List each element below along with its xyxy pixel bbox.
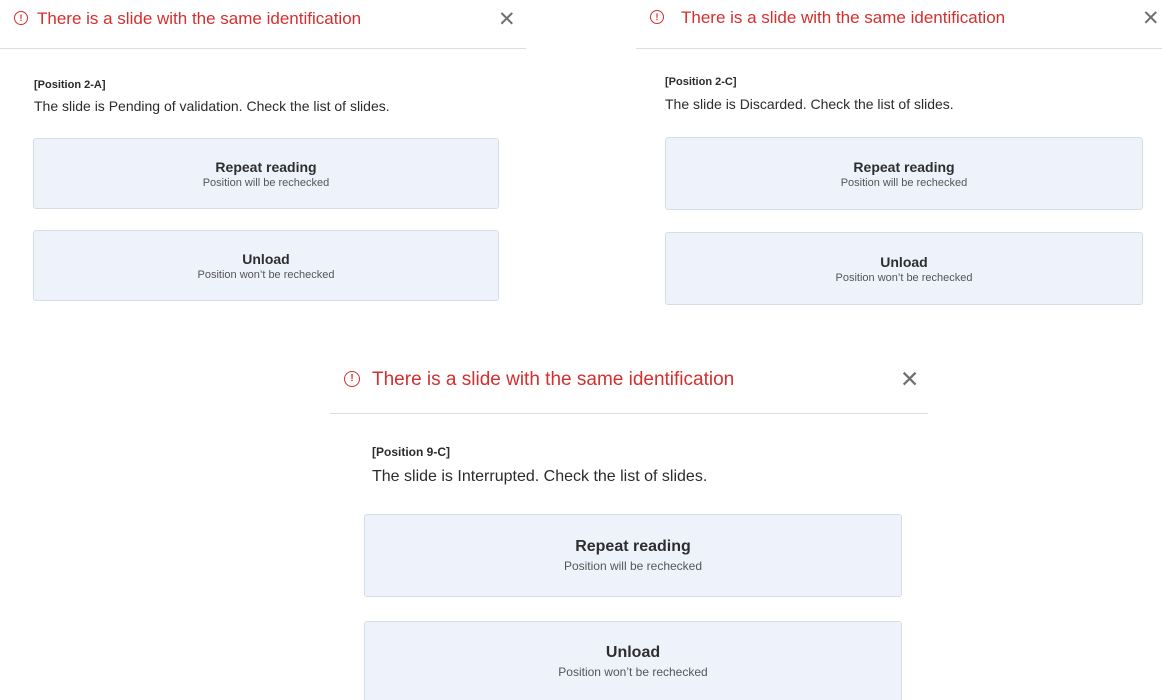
repeat-reading-button[interactable]: Repeat reading Position will be rechecke… — [665, 137, 1143, 210]
unload-sublabel: Position won’t be rechecked — [197, 268, 335, 281]
unload-label: Unload — [605, 643, 661, 661]
unload-sublabel: Position won’t be rechecked — [835, 271, 973, 284]
duplicate-slide-dialog-a: ! There is a slide with the same identif… — [0, 0, 526, 310]
unload-label: Unload — [880, 253, 928, 270]
dialog-title: There is a slide with the same identific… — [372, 369, 735, 390]
dialog-header: ! There is a slide with the same identif… — [330, 360, 928, 414]
repeat-reading-button[interactable]: Repeat reading Position will be rechecke… — [364, 514, 902, 597]
repeat-reading-sublabel: Position will be rechecked — [840, 176, 968, 189]
close-icon[interactable]: ✕ — [900, 368, 919, 391]
warning-circle-icon: ! — [650, 10, 664, 24]
position-label: [Position 2-C] — [665, 76, 737, 88]
position-label: [Position 9-C] — [372, 445, 450, 459]
repeat-reading-sublabel: Position will be rechecked — [563, 559, 703, 573]
close-icon[interactable]: ✕ — [498, 9, 516, 30]
dialog-title: There is a slide with the same identific… — [37, 9, 362, 28]
status-message: The slide is Pending of validation. Chec… — [34, 98, 390, 114]
close-icon[interactable]: ✕ — [1142, 8, 1160, 29]
unload-button[interactable]: Unload Position won’t be rechecked — [364, 621, 902, 700]
dialog-header: ! There is a slide with the same identif… — [636, 0, 1162, 49]
repeat-reading-sublabel: Position will be rechecked — [202, 176, 330, 189]
repeat-reading-label: Repeat reading — [575, 538, 691, 555]
repeat-reading-label: Repeat reading — [215, 158, 317, 175]
warning-circle-icon: ! — [14, 11, 28, 25]
duplicate-slide-dialog-c: ! There is a slide with the same identif… — [330, 360, 928, 700]
duplicate-slide-dialog-b: ! There is a slide with the same identif… — [636, 0, 1162, 310]
dialog-header: ! There is a slide with the same identif… — [0, 0, 526, 49]
repeat-reading-button[interactable]: Repeat reading Position will be rechecke… — [33, 138, 499, 209]
status-message: The slide is Discarded. Check the list o… — [665, 96, 954, 112]
unload-button[interactable]: Unload Position won’t be rechecked — [33, 230, 499, 301]
unload-button[interactable]: Unload Position won’t be rechecked — [665, 232, 1143, 305]
warning-circle-icon: ! — [344, 371, 360, 387]
unload-label: Unload — [242, 250, 290, 267]
dialog-title: There is a slide with the same identific… — [681, 8, 1006, 27]
position-label: [Position 2-A] — [34, 79, 106, 91]
repeat-reading-label: Repeat reading — [853, 158, 955, 175]
unload-sublabel: Position won’t be rechecked — [558, 664, 708, 679]
status-message: The slide is Interrupted. Check the list… — [372, 468, 708, 485]
